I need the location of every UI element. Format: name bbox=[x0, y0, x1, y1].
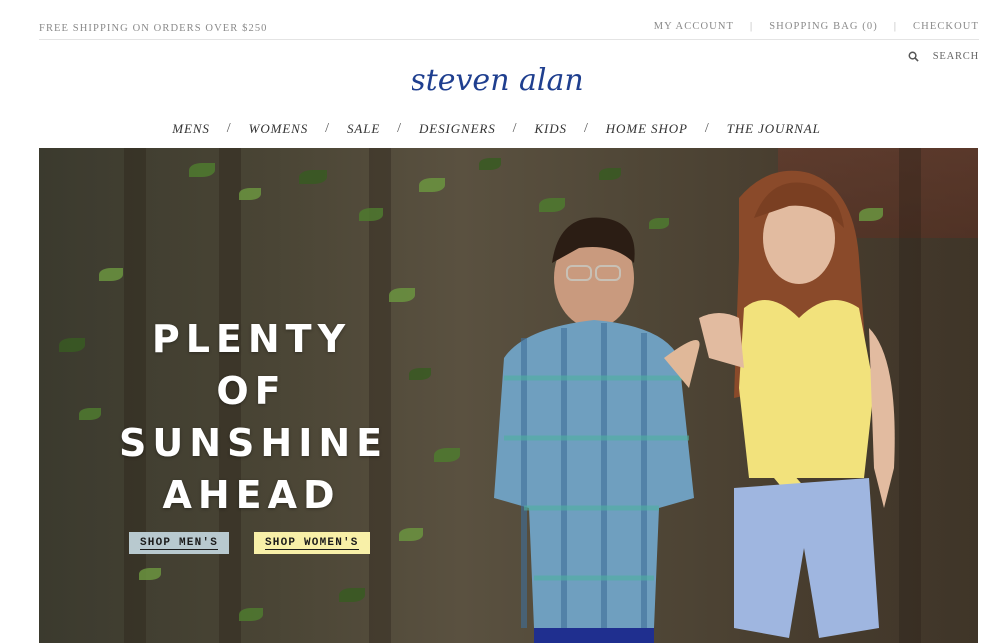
hero-leaf bbox=[599, 168, 621, 180]
steven-alan-logo[interactable]: steven alan bbox=[0, 56, 993, 113]
shop-mens-button[interactable]: SHOP MEN'S bbox=[129, 532, 230, 554]
account-links: MY ACCOUNT | SHOPPING BAG (0) | CHECKOUT bbox=[654, 21, 979, 32]
nav-item-kids[interactable]: KIDS bbox=[530, 121, 571, 137]
nav-item-home-shop[interactable]: HOME SHOP bbox=[602, 121, 692, 137]
nav-item-designers[interactable]: DESIGNERS bbox=[415, 121, 500, 137]
nav-separator: / bbox=[583, 121, 589, 136]
hero-leaf bbox=[419, 178, 445, 192]
nav-separator: / bbox=[512, 121, 518, 136]
headline-line: SUNSHINE bbox=[119, 421, 389, 465]
logo-wordmark: steven alan bbox=[412, 63, 582, 98]
main-navigation: MENS / WOMENS / SALE / DESIGNERS / KIDS … bbox=[0, 121, 993, 137]
free-shipping-promo: FREE SHIPPING ON ORDERS OVER $250 bbox=[39, 23, 268, 34]
hero-model-woman bbox=[699, 170, 895, 638]
hero-model-man bbox=[494, 217, 700, 643]
hero-leaf bbox=[239, 608, 263, 621]
hero-headline: PLENTY OF SUNSHINE AHEAD bbox=[119, 313, 384, 521]
hero-banner[interactable]: PLENTY OF SUNSHINE AHEAD SHOP MEN'S SHOP… bbox=[39, 148, 978, 643]
utility-bar: FREE SHIPPING ON ORDERS OVER $250 MY ACC… bbox=[39, 18, 979, 40]
nav-item-sale[interactable]: SALE bbox=[343, 121, 384, 137]
hero-leaf bbox=[389, 288, 415, 302]
hero-leaf bbox=[409, 368, 431, 380]
headline-line: OF bbox=[216, 369, 287, 413]
hero-leaf bbox=[479, 158, 501, 170]
checkout-link[interactable]: CHECKOUT bbox=[913, 21, 979, 32]
hero-leaf bbox=[399, 528, 423, 541]
nav-separator: / bbox=[397, 121, 402, 136]
nav-item-the-journal[interactable]: THE JOURNAL bbox=[723, 121, 825, 137]
logo-text: steven alan bbox=[412, 63, 582, 98]
headline-line: PLENTY bbox=[151, 317, 352, 361]
headline-line: AHEAD bbox=[162, 473, 341, 517]
hero-leaf bbox=[59, 338, 85, 352]
hero-leaf bbox=[139, 568, 161, 580]
hero-leaf bbox=[434, 448, 460, 462]
hero-leaf bbox=[99, 268, 123, 281]
link-separator: | bbox=[750, 21, 754, 32]
shop-womens-button[interactable]: SHOP WOMEN'S bbox=[254, 532, 370, 554]
nav-separator: / bbox=[226, 121, 232, 136]
nav-separator: / bbox=[704, 121, 710, 136]
hero-leaf bbox=[359, 208, 383, 221]
my-account-link[interactable]: MY ACCOUNT bbox=[654, 21, 734, 32]
nav-separator: / bbox=[325, 121, 330, 136]
nav-item-womens[interactable]: WOMENS bbox=[245, 121, 313, 137]
nav-item-mens[interactable]: MENS bbox=[168, 121, 214, 137]
hero-leaf bbox=[189, 163, 215, 177]
shopping-bag-link[interactable]: SHOPPING BAG (0) bbox=[769, 21, 878, 32]
shop-womens-label: SHOP WOMEN'S bbox=[265, 536, 359, 550]
shop-mens-label: SHOP MEN'S bbox=[140, 536, 219, 550]
hero-leaf bbox=[339, 588, 365, 602]
hero-leaf bbox=[239, 188, 261, 200]
link-separator: | bbox=[893, 21, 898, 32]
hero-leaf bbox=[79, 408, 101, 420]
hero-leaf bbox=[299, 170, 327, 184]
